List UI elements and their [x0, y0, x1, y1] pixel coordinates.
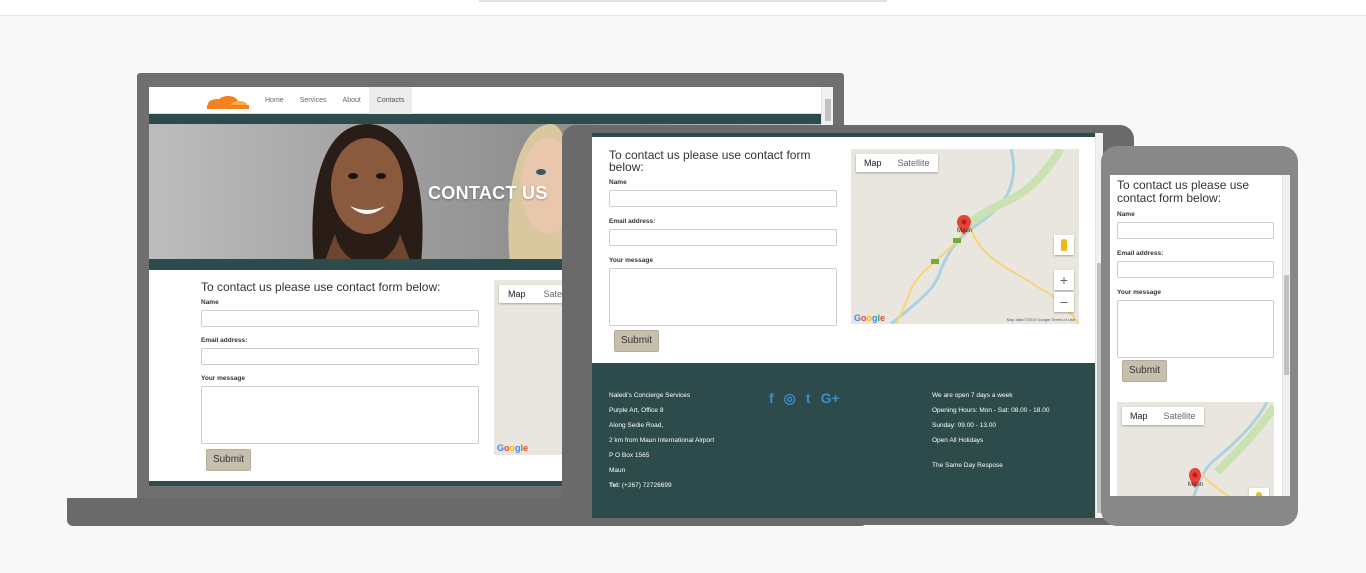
hours-line: Opening Hours: Mon - Sat: 08.00 - 18.00	[932, 407, 1050, 414]
pegman-icon[interactable]	[1054, 235, 1074, 255]
pegman-icon[interactable]	[1249, 488, 1269, 496]
scroll-thumb[interactable]	[825, 99, 831, 121]
email-input[interactable]	[201, 348, 479, 365]
address-line: P O Box 1565	[609, 452, 650, 459]
google-logo: Google	[497, 443, 529, 453]
instagram-icon[interactable]: ◎	[784, 390, 796, 406]
google-logo: Google	[854, 313, 886, 323]
name-input[interactable]	[1117, 222, 1274, 239]
phone-scrollbar[interactable]	[1282, 175, 1290, 496]
message-textarea[interactable]	[1117, 300, 1274, 358]
name-input[interactable]	[609, 190, 837, 207]
scroll-thumb[interactable]	[1284, 275, 1289, 375]
hours-line: We are open 7 days a week	[932, 392, 1013, 399]
hours-line: Sunday: 09.00 - 13.00	[932, 422, 996, 429]
telephone: Tel: (+267) 72726699	[609, 478, 714, 493]
map-tab[interactable]: Map	[856, 154, 890, 172]
address-line: Along Sedie Road,	[609, 422, 664, 429]
hero-woman-image	[312, 124, 423, 259]
submit-button[interactable]: Submit	[206, 449, 251, 471]
map-embed[interactable]: Maun Map Satellite + − Google Map data ©…	[851, 149, 1079, 324]
nav-home[interactable]: Home	[257, 87, 292, 114]
map-type-control: Map Satellite	[856, 154, 938, 172]
nav-about[interactable]: About	[335, 87, 369, 114]
map-terrain	[890, 149, 1079, 324]
form-heading: To contact us please use contact form be…	[201, 280, 441, 294]
site-footer: Naledi's Concierge Services Purple Art, …	[592, 363, 1095, 518]
message-label: Your message	[1117, 289, 1161, 296]
map-tab[interactable]: Map	[499, 285, 535, 303]
name-label: Name	[1117, 211, 1135, 218]
address-line: 2 km from Maun International Airport	[609, 437, 715, 444]
tablet-screen: To contact us please use contact form be…	[592, 133, 1103, 518]
name-label: Name	[201, 299, 219, 306]
submit-button[interactable]: Submit	[614, 330, 659, 352]
phone-screen: To contact us please use contact form be…	[1110, 175, 1290, 496]
address-line: Maun	[609, 467, 626, 474]
satellite-tab[interactable]: Satellite	[890, 154, 938, 172]
google-plus-icon[interactable]: G+	[821, 390, 840, 406]
email-label: Email address:	[1117, 250, 1164, 257]
name-label: Name	[609, 179, 627, 186]
map-tab[interactable]: Map	[1122, 407, 1156, 425]
address-bar-edge	[479, 0, 887, 2]
hero-title: CONTACT US	[428, 183, 548, 203]
map-place-label: Maun	[957, 228, 973, 234]
map-attribution[interactable]: Map data ©2019 Google Terms of Use	[1007, 317, 1075, 322]
message-label: Your message	[201, 375, 245, 382]
footer-tagline: The Same Day Respose	[932, 462, 1003, 469]
form-heading: To contact us please use contact form be…	[1117, 178, 1250, 205]
hero-top-band	[149, 114, 821, 124]
address-line: Purple Art, Office 8	[609, 407, 664, 414]
map-type-control: Map Satellite	[1122, 407, 1204, 425]
nav-services[interactable]: Services	[292, 87, 335, 114]
social-links: f ◎ t G+	[769, 390, 840, 406]
message-textarea[interactable]	[201, 386, 479, 444]
tablet-top-band	[592, 133, 1095, 137]
address-line: Naledi's Concierge Services	[609, 392, 691, 399]
contact-form: To contact us please use contact form be…	[609, 149, 839, 326]
facebook-icon[interactable]: f	[769, 390, 774, 406]
nav-contacts[interactable]: Contacts	[368, 87, 413, 114]
cloud-logo-icon	[207, 96, 249, 109]
zoom-out-button[interactable]: −	[1054, 292, 1074, 312]
email-input[interactable]	[609, 229, 837, 246]
nav-menu: Home Services About Contacts	[257, 87, 413, 114]
map-place-label: Maun	[1188, 482, 1204, 488]
email-input[interactable]	[1117, 261, 1274, 278]
twitter-icon[interactable]: t	[806, 390, 811, 406]
zoom-in-button[interactable]: +	[1054, 270, 1074, 290]
hours-line: Open All Holidays	[932, 437, 984, 444]
browser-top-strip	[0, 0, 1366, 16]
message-label: Your message	[609, 257, 653, 264]
submit-button[interactable]: Submit	[1122, 360, 1167, 382]
tel-label: Tel:	[609, 482, 621, 489]
satellite-tab[interactable]: Satellite	[1156, 407, 1204, 425]
message-textarea[interactable]	[609, 268, 837, 326]
footer-hours: We are open 7 days a week Opening Hours:…	[932, 388, 1049, 473]
site-navbar: Home Services About Contacts	[149, 87, 821, 114]
contact-form: To contact us please use contact form be…	[1117, 179, 1275, 358]
email-label: Email address:	[609, 218, 656, 225]
tel-value: (+267) 72726699	[621, 482, 672, 489]
map-embed[interactable]: Maun Map Satellite	[1117, 402, 1274, 496]
name-input[interactable]	[201, 310, 479, 327]
form-heading: To contact us please use contact form be…	[609, 148, 811, 174]
email-label: Email address:	[201, 337, 248, 344]
contact-form: To contact us please use contact form be…	[201, 280, 481, 444]
footer-address: Naledi's Concierge Services Purple Art, …	[609, 388, 714, 493]
